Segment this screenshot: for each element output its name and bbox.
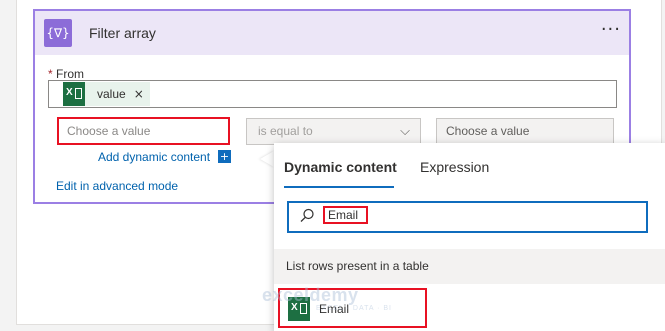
dynamic-item-label: Email <box>319 302 350 316</box>
value-token[interactable]: X value × <box>63 82 150 106</box>
card-header[interactable]: {∇} Filter array ··· <box>35 11 629 55</box>
more-options-icon[interactable]: ··· <box>601 21 621 39</box>
excel-icon: X <box>63 82 85 106</box>
dynamic-search-box[interactable] <box>287 201 648 233</box>
plus-icon[interactable]: + <box>218 150 231 163</box>
search-icon <box>300 208 314 222</box>
search-highlight <box>323 206 368 224</box>
close-icon[interactable]: × <box>134 87 144 101</box>
search-input[interactable] <box>328 208 366 222</box>
from-label: * From <box>48 67 84 81</box>
excel-icon: X <box>288 297 310 321</box>
section-header[interactable]: List rows present in a table <box>274 249 665 284</box>
curly-filter-icon: {∇} <box>44 19 72 47</box>
popup-caret <box>260 151 274 167</box>
operator-label: is equal to <box>258 124 313 138</box>
active-tab-indicator <box>284 186 394 188</box>
chevron-down-icon: ⌵ <box>400 124 410 139</box>
from-input[interactable]: X value × <box>48 80 617 108</box>
from-label-text: From <box>56 67 85 81</box>
dynamic-content-panel: Dynamic content Expression List rows pre… <box>274 143 665 331</box>
required-mark: * <box>48 67 53 81</box>
condition-operator-dropdown[interactable]: is equal to ⌵ <box>246 118 421 145</box>
condition-left-input[interactable]: Choose a value <box>57 117 230 145</box>
tab-expression[interactable]: Expression <box>420 159 489 175</box>
condition-right-input[interactable]: Choose a value <box>436 118 614 145</box>
dynamic-item-email[interactable]: X Email <box>278 288 427 328</box>
card-title: Filter array <box>89 25 156 41</box>
edit-advanced-mode-link[interactable]: Edit in advanced mode <box>56 179 178 193</box>
tab-dynamic-content[interactable]: Dynamic content <box>284 159 397 175</box>
token-label: value <box>97 87 126 101</box>
add-dynamic-content-link[interactable]: Add dynamic content <box>98 150 210 164</box>
